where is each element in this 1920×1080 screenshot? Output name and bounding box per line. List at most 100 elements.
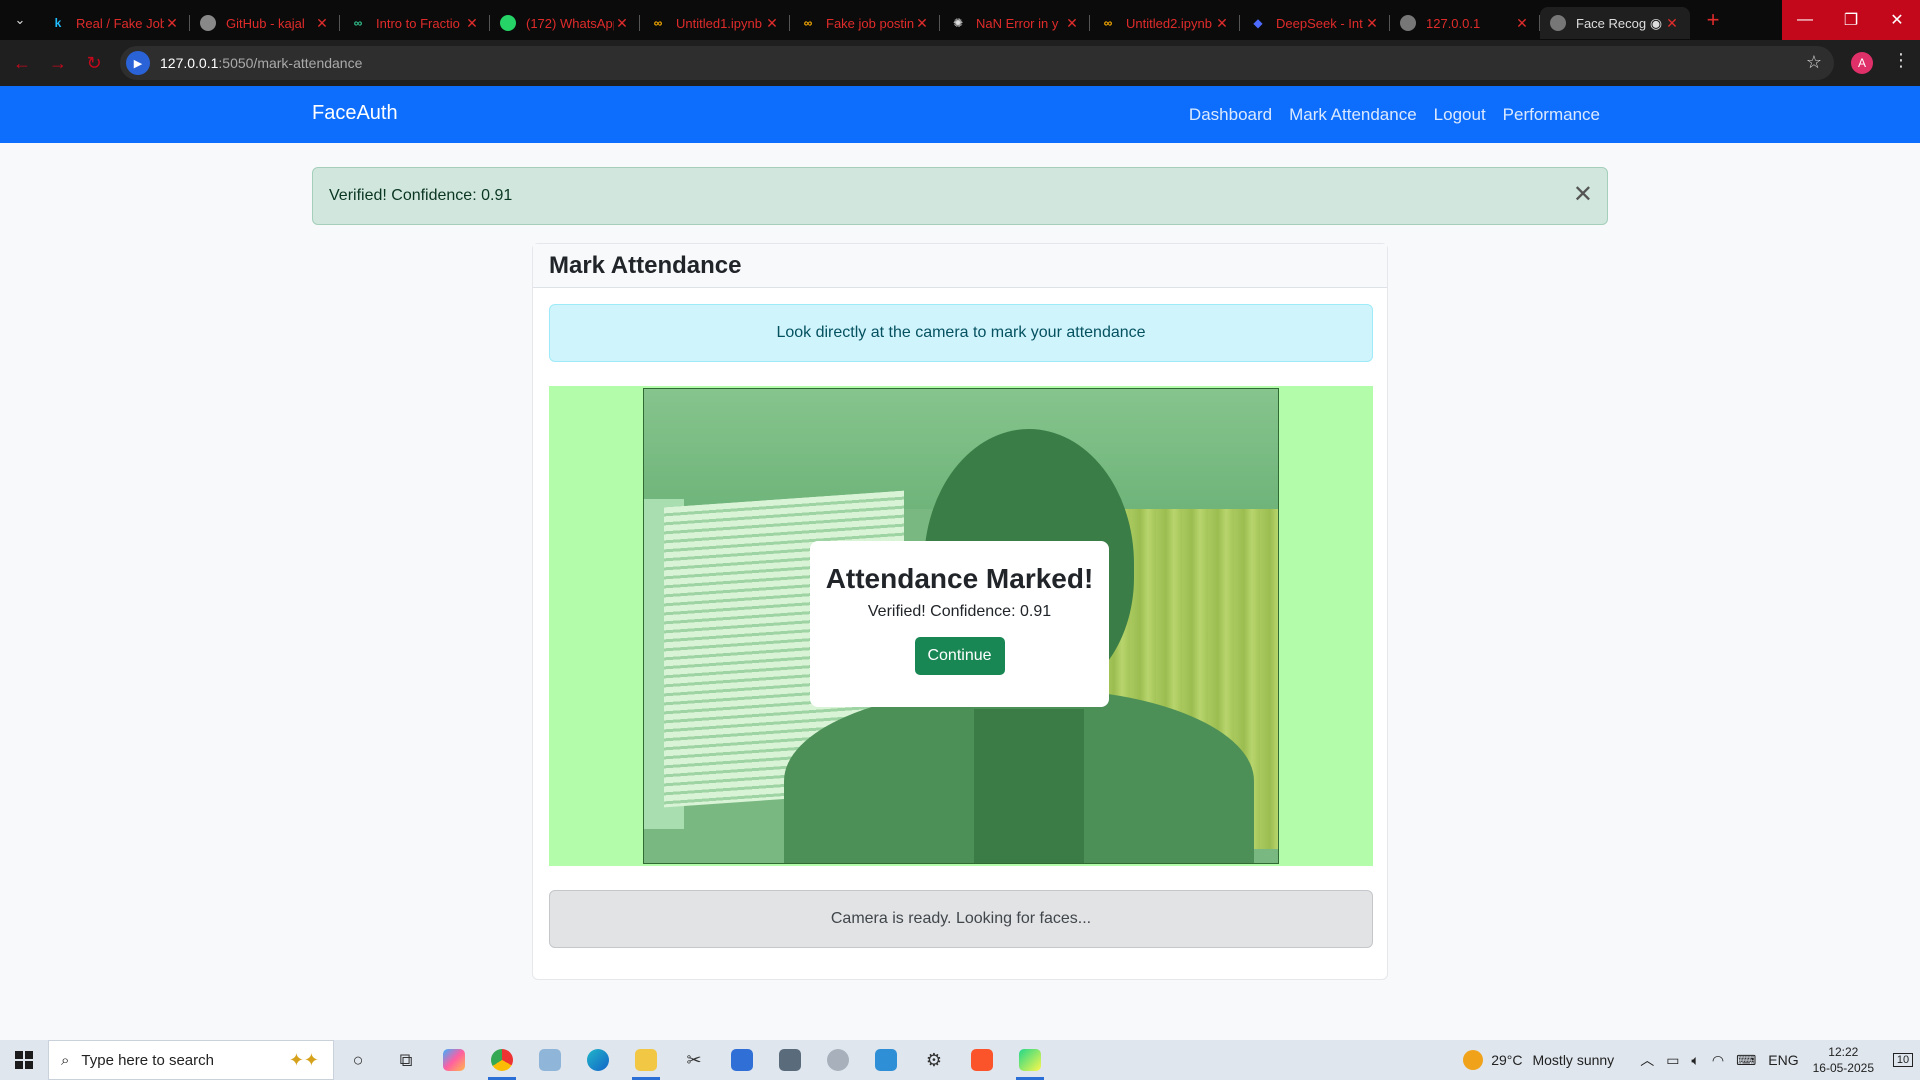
tab-close-icon[interactable]: ✕ [1364, 15, 1380, 32]
url-host: 127.0.0.1 [160, 55, 219, 71]
browser-tab-active[interactable]: Face Recog ◉ ✕ [1540, 7, 1690, 39]
chrome-icon[interactable] [478, 1040, 526, 1080]
continue-button[interactable]: Continue [914, 637, 1005, 675]
bookmark-star-icon[interactable]: ☆ [1806, 52, 1822, 73]
tab-strip: ⌄ k Real / Fake Job ✕ GitHub - kajal ✕ ∞ Int… [0, 0, 1920, 40]
camera-in-use-icon[interactable]: ▶ [126, 51, 150, 75]
windows-logo-icon [15, 1051, 33, 1069]
edge-icon[interactable] [574, 1040, 622, 1080]
tab-close-icon[interactable]: ✕ [764, 15, 780, 32]
browser-tab[interactable]: ∞ Untitled2.ipynb ✕ [1090, 7, 1240, 39]
tab-close-icon[interactable]: ✕ [1064, 15, 1080, 32]
browser-tab[interactable]: k Real / Fake Job ✕ [40, 7, 190, 39]
browser-tab[interactable]: ◆ DeepSeek - Int ✕ [1240, 7, 1390, 39]
copilot-sparkle-icon: ✦✦ [288, 1049, 319, 1070]
settings-icon[interactable]: ⚙ [910, 1040, 958, 1080]
tab-close-icon[interactable]: ✕ [1664, 15, 1680, 32]
close-window-icon[interactable]: ✕ [1874, 0, 1920, 40]
forward-icon[interactable]: → [40, 45, 76, 81]
clock-date: 16-05-2025 [1812, 1061, 1874, 1075]
photos-icon[interactable] [862, 1040, 910, 1080]
new-tab-button[interactable]: + [1696, 3, 1730, 37]
modal-message: Verified! Confidence: 0.91 [867, 603, 1052, 620]
globe-icon [1400, 15, 1416, 31]
flash-message: Verified! Confidence: 0.91 [329, 187, 513, 204]
minimize-icon[interactable]: — [1782, 0, 1828, 40]
wifi-icon[interactable]: ◠ [1712, 1052, 1724, 1069]
reload-icon[interactable]: ↻ [76, 45, 112, 81]
task-view-icon[interactable]: ⧉ [382, 1040, 430, 1080]
nav-dashboard[interactable]: Dashboard [1189, 105, 1272, 125]
taskbar-search-placeholder: Type here to search [81, 1051, 214, 1069]
back-icon[interactable]: ← [4, 45, 40, 81]
language-indicator[interactable]: ENG [1768, 1052, 1798, 1068]
tab-close-icon[interactable]: ✕ [464, 15, 480, 32]
recording-indicator-icon: ◉ [1649, 14, 1663, 31]
store-icon[interactable] [718, 1040, 766, 1080]
browser-menu-icon[interactable]: ⋮ [1892, 50, 1910, 71]
link-icon: ∞ [353, 16, 363, 30]
openai-icon: ✺ [952, 16, 964, 30]
clock[interactable]: 12:22 16-05-2025 [1813, 1044, 1874, 1076]
system-tray: 29°C Mostly sunny ︿ ▭ 🔈︎ ◠ ⌨ ENG 12:22 1… [1463, 1040, 1920, 1080]
media-player-icon[interactable] [814, 1040, 862, 1080]
github-icon [200, 15, 216, 31]
modal-title: Attendance Marked! [825, 563, 1094, 594]
taskbar-search[interactable]: ⌕ Type here to search ✦✦ [48, 1040, 334, 1080]
card-title: Mark Attendance [549, 252, 742, 279]
tab-close-icon[interactable]: ✕ [1214, 15, 1230, 32]
copilot-icon[interactable] [430, 1040, 478, 1080]
alert-close-icon[interactable]: ✕ [1573, 180, 1593, 209]
browser-tab[interactable]: ✺ NaN Error in y ✕ [940, 7, 1090, 39]
pycharm-icon[interactable] [1006, 1040, 1054, 1080]
start-button[interactable] [0, 1040, 48, 1080]
brave-icon[interactable] [958, 1040, 1006, 1080]
camera-status: Camera is ready. Looking for faces... [549, 890, 1373, 948]
deepseek-icon: ◆ [1253, 16, 1263, 30]
brand-logo[interactable]: FaceAuth [312, 102, 398, 125]
browser-tab[interactable]: 127.0.0.1 ✕ [1390, 7, 1540, 39]
keyboard-icon[interactable]: ⌨ [1736, 1052, 1756, 1069]
weather-widget[interactable]: 29°C Mostly sunny [1463, 1050, 1614, 1070]
flash-alert: Verified! Confidence: 0.91 ✕ [312, 167, 1608, 225]
nav-performance[interactable]: Performance [1503, 105, 1600, 125]
tab-close-icon[interactable]: ✕ [1514, 15, 1530, 32]
app-navbar: FaceAuth Dashboard Mark Attendance Logou… [0, 86, 1920, 143]
laptop-app-icon[interactable] [526, 1040, 574, 1080]
whatsapp-icon [500, 15, 516, 31]
nav-mark-attendance[interactable]: Mark Attendance [1289, 105, 1417, 125]
tab-close-icon[interactable]: ✕ [914, 15, 930, 32]
url-path: :5050/mark-attendance [218, 55, 363, 71]
browser-tab[interactable]: ∞ Fake job postin ✕ [790, 7, 940, 39]
tab-close-icon[interactable]: ✕ [614, 15, 630, 32]
card-header: Mark Attendance [533, 244, 1387, 288]
success-modal: Attendance Marked! Verified! Confidence:… [810, 541, 1109, 707]
weather-desc: Mostly sunny [1532, 1052, 1615, 1068]
notification-icon[interactable]: 10 [1886, 1040, 1920, 1080]
browser-tab[interactable]: ∞ Intro to Fractio ✕ [340, 7, 490, 39]
window-controls: — ❐ ✕ [1782, 0, 1920, 40]
tab-close-icon[interactable]: ✕ [164, 15, 180, 32]
browser-tab[interactable]: (172) WhatsApp ✕ [490, 7, 640, 39]
browser-tab[interactable]: GitHub - kajal ✕ [190, 7, 340, 39]
nav-logout[interactable]: Logout [1434, 105, 1486, 125]
weather-sun-icon [1463, 1050, 1484, 1070]
instruction-alert: Look directly at the camera to mark your… [549, 304, 1373, 362]
search-icon: ⌕ [61, 1051, 70, 1069]
tab-close-icon[interactable]: ✕ [314, 15, 330, 32]
battery-icon[interactable]: ▭ [1666, 1052, 1679, 1069]
clock-time: 12:22 [1828, 1045, 1859, 1059]
volume-icon[interactable]: 🔈︎ [1691, 1052, 1699, 1069]
tab-search-icon[interactable]: ⌄ [0, 0, 40, 40]
calculator-icon[interactable] [766, 1040, 814, 1080]
cortana-icon[interactable]: ○ [334, 1040, 382, 1080]
file-explorer-icon[interactable] [622, 1040, 670, 1080]
snipping-tool-icon[interactable]: ✂ [670, 1040, 718, 1080]
browser-tab[interactable]: ∞ Untitled1.ipynb ✕ [640, 7, 790, 39]
url-bar[interactable]: ▶ 127.0.0.1:5050/mark-attendance ☆ [120, 46, 1834, 80]
nav-links: Dashboard Mark Attendance Logout Perform… [1189, 105, 1600, 125]
restore-icon[interactable]: ❐ [1828, 0, 1874, 40]
show-hidden-icons[interactable]: ︿ [1640, 1050, 1654, 1070]
weather-temp: 29°C [1491, 1052, 1523, 1068]
profile-avatar[interactable]: A [1851, 52, 1873, 74]
